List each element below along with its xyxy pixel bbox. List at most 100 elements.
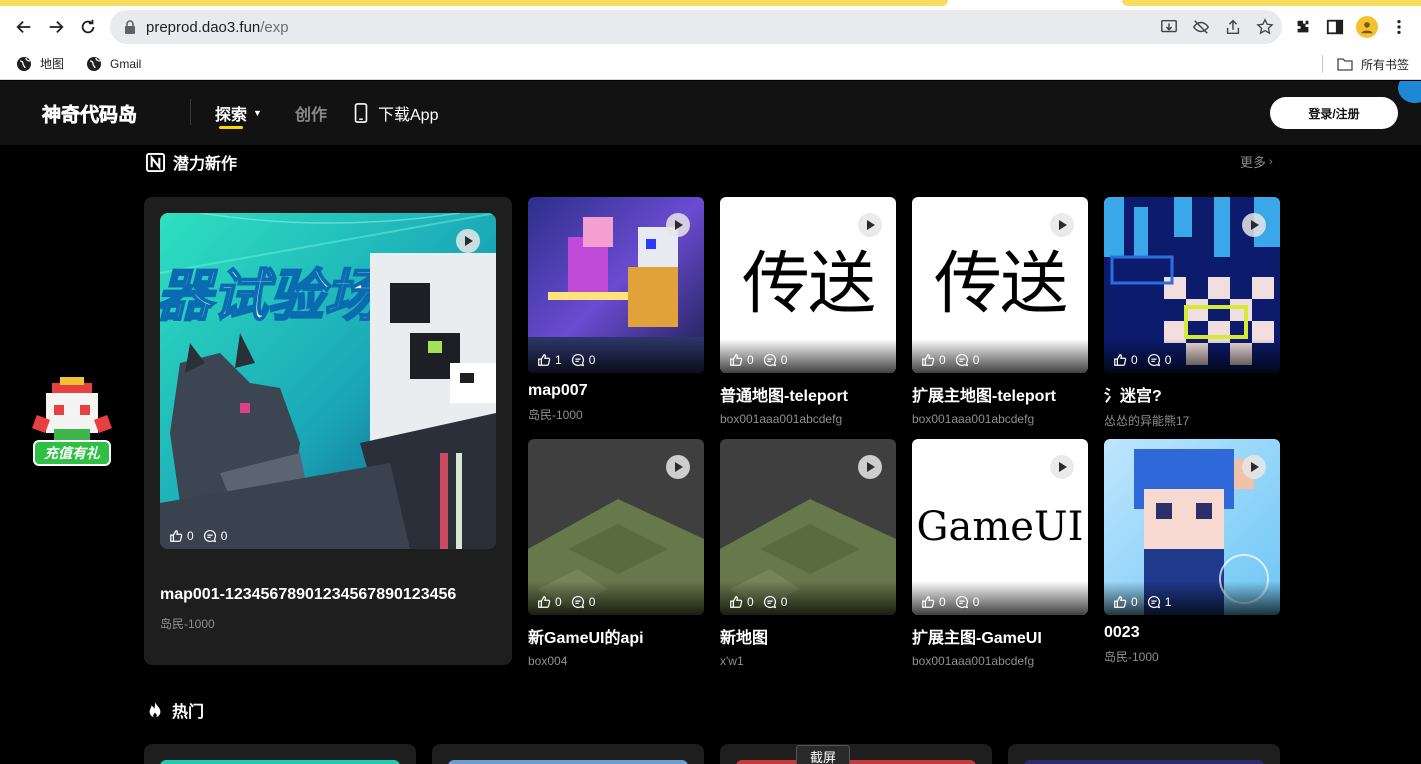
featured-artwork: 器试验场 [160, 213, 496, 549]
map-card[interactable]: 传送 0 0 扩展主地图-teleport box001aaa001abcdef… [912, 197, 1088, 426]
card-thumbnail[interactable]: 1 0 [528, 197, 704, 373]
hot-map-card[interactable] [432, 744, 704, 764]
comment-icon [571, 595, 584, 609]
more-label: 更多 [1240, 155, 1267, 170]
card-title[interactable]: 氵迷宫? [1104, 382, 1280, 406]
card-thumbnail[interactable]: 0 0 [528, 439, 704, 615]
play-button[interactable] [666, 213, 690, 237]
play-button[interactable] [1242, 213, 1266, 237]
back-button[interactable] [8, 11, 40, 43]
card-thumbnail[interactable]: 0 0 [720, 439, 896, 615]
forward-button[interactable] [40, 11, 72, 43]
site-logo[interactable]: 神奇代码岛 [42, 97, 138, 129]
card-thumbnail[interactable]: 传送 0 0 [720, 197, 896, 373]
globe-icon [17, 56, 31, 71]
menu-button[interactable] [1388, 11, 1410, 43]
card-title[interactable]: 扩展主地图-teleport [912, 382, 1088, 406]
site-page: 神奇代码岛 探索 ▼ 创作 下载App 登录/注册 潜力新作 更多 › 器试验场… [0, 81, 1421, 764]
card-author[interactable]: x'w1 [720, 654, 896, 668]
comment-icon [571, 353, 584, 367]
play-button[interactable] [666, 455, 690, 479]
gift-label: 充值有礼 [44, 445, 100, 461]
eye-off-icon[interactable] [1192, 18, 1210, 36]
card-thumbnail[interactable]: 0 1 [1104, 439, 1280, 615]
stats-bar: 0 0 [729, 595, 796, 609]
comment-count: 0 [972, 595, 980, 609]
share-icon[interactable] [1224, 18, 1242, 36]
like-count: 0 [555, 595, 562, 609]
card-thumbnail[interactable]: 0 0 [1104, 197, 1280, 373]
login-register-button[interactable]: 登录/注册 [1270, 97, 1398, 129]
map-card[interactable]: 0 1 0023 岛民-1000 [1104, 439, 1280, 665]
nav-explore[interactable]: 探索 ▼ [215, 101, 262, 129]
bookmark-maps[interactable]: 地图 [16, 55, 64, 72]
play-button[interactable] [1050, 213, 1074, 237]
play-button[interactable] [858, 213, 882, 237]
reload-button[interactable] [72, 11, 104, 43]
recharge-gift-widget[interactable]: 充值有礼 [30, 377, 114, 473]
comment-icon [203, 529, 216, 543]
featured-map-card[interactable]: 器试验场 0 0 map001-123456789012345678901234… [144, 197, 512, 665]
divider [1321, 55, 1323, 73]
hot-thumbnail[interactable] [1024, 760, 1264, 764]
hot-map-card[interactable] [144, 744, 416, 764]
more-link[interactable]: 更多 › [1240, 152, 1273, 171]
profile-button[interactable] [1356, 11, 1378, 43]
hot-thumbnail[interactable] [448, 760, 688, 764]
featured-title[interactable]: map001-12345678901234567890123456 [160, 586, 456, 604]
extensions-button[interactable] [1292, 11, 1314, 43]
map-card[interactable]: 传送 0 0 普通地图-teleport box001aaa001abcdefg [720, 197, 896, 426]
address-bar[interactable]: preprod.dao3.fun/exp [110, 10, 1282, 44]
stats-bar: 0 0 [921, 595, 988, 609]
card-author[interactable]: box001aaa001abcdefg [912, 412, 1088, 426]
comment-icon [1147, 595, 1160, 609]
phone-icon [354, 103, 368, 123]
play-button[interactable] [1242, 455, 1266, 479]
star-icon[interactable] [1256, 18, 1274, 36]
nav-download-app[interactable]: 下载App [353, 101, 438, 125]
card-title[interactable]: 普通地图-teleport [720, 382, 896, 406]
install-app-icon[interactable] [1160, 18, 1178, 36]
side-panel-button[interactable] [1324, 11, 1346, 43]
play-button[interactable] [1050, 455, 1074, 479]
screenshot-tooltip: 截屏 [796, 745, 850, 764]
thumbs-up-icon [170, 530, 183, 542]
featured-thumbnail[interactable]: 器试验场 0 0 [160, 213, 496, 549]
card-author[interactable]: box004 [528, 654, 704, 668]
bookmark-gmail[interactable]: Gmail [86, 56, 141, 72]
card-title[interactable]: map007 [528, 382, 704, 400]
stats-bar: 0 0 [1113, 353, 1180, 367]
card-author[interactable]: 岛民-1000 [528, 406, 704, 423]
card-title[interactable]: 新地图 [720, 624, 896, 648]
comment-count: 0 [1164, 353, 1172, 367]
floating-badge[interactable] [1398, 81, 1421, 103]
nav-create[interactable]: 创作 [295, 101, 327, 125]
card-title[interactable]: 新GameUI的api [528, 624, 704, 648]
all-bookmarks-button[interactable]: 所有书签 [1321, 48, 1409, 80]
card-author[interactable]: box001aaa001abcdefg [720, 412, 896, 426]
map-card[interactable]: GameUI 0 0 扩展主图-GameUI box001aaa001abcde… [912, 439, 1088, 668]
like-count: 1 [555, 353, 562, 367]
card-author[interactable]: 岛民-1000 [1104, 648, 1280, 665]
card-title[interactable]: 0023 [1104, 624, 1280, 642]
play-button[interactable] [858, 455, 882, 479]
card-title[interactable]: 扩展主图-GameUI [912, 624, 1088, 648]
hot-thumbnail[interactable] [160, 760, 400, 764]
map-card[interactable]: 0 0 新GameUI的api box004 [528, 439, 704, 668]
hot-map-card[interactable] [720, 744, 992, 764]
featured-author[interactable]: 岛民-1000 [160, 615, 215, 632]
play-button[interactable] [456, 229, 480, 253]
like-count: 0 [747, 595, 754, 609]
card-author[interactable]: box001aaa001abcdefg [912, 654, 1088, 668]
map-card[interactable]: 0 0 氵迷宫? 怂怂的异能熊17 [1104, 197, 1280, 429]
card-author[interactable]: 怂怂的异能熊17 [1104, 412, 1280, 429]
nav-explore-label: 探索 [215, 107, 248, 124]
card-thumbnail[interactable]: 传送 0 0 [912, 197, 1088, 373]
hot-map-card[interactable] [1008, 744, 1280, 764]
hot-thumbnail[interactable] [736, 760, 976, 764]
map-card[interactable]: 1 0 map007 岛民-1000 [528, 197, 704, 423]
card-thumbnail[interactable]: GameUI 0 0 [912, 439, 1088, 615]
map-card[interactable]: 0 0 新地图 x'w1 [720, 439, 896, 668]
arrow-right-icon [49, 20, 64, 34]
chevron-right-icon: › [1269, 155, 1273, 168]
